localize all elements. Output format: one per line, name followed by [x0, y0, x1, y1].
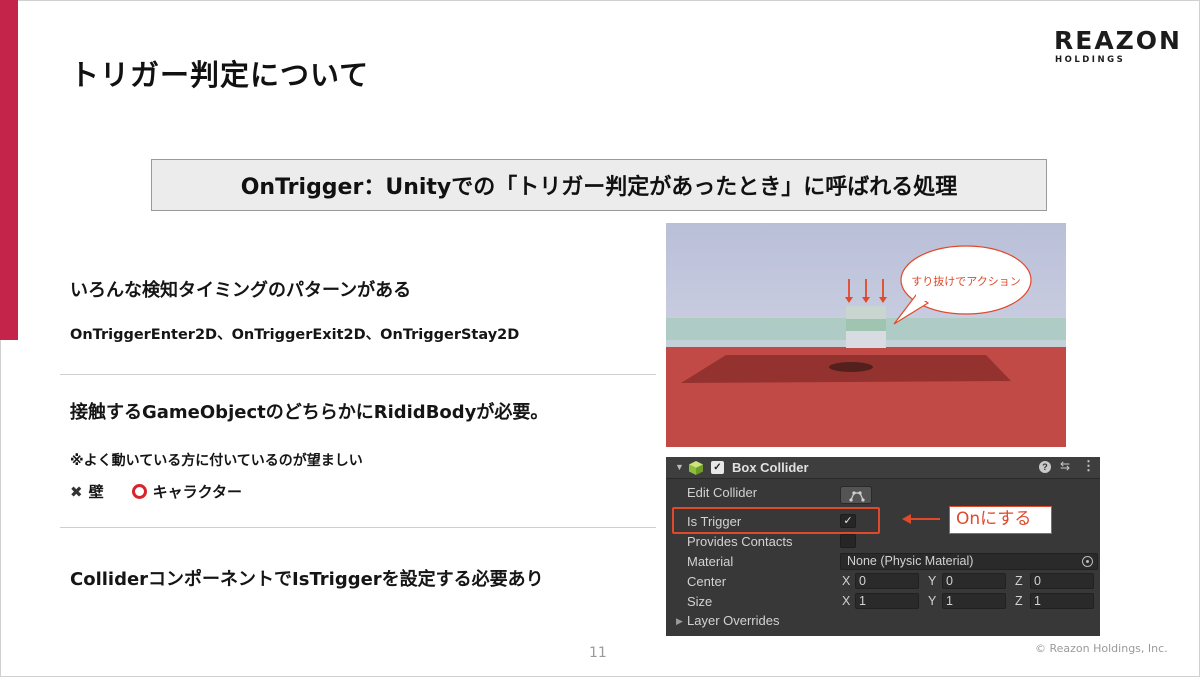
size-y-field[interactable]: 1: [942, 593, 1006, 609]
help-icon[interactable]: ?: [1039, 461, 1051, 473]
rigidbody-note: ※よく動いている方に付いているのが望ましい: [70, 453, 363, 469]
divider: [60, 527, 656, 528]
collider-heading: ColliderコンポーネントでIsTriggerを設定する必要あり: [70, 569, 544, 590]
foldout-arrow-icon[interactable]: ▶: [676, 616, 683, 627]
definition-banner: OnTrigger：Unityでの「トリガー判定があったとき」に呼ばれる処理: [151, 159, 1047, 211]
logo-subtitle: HOLDINGS: [1055, 55, 1126, 65]
component-header[interactable]: ▼ ✓ Box Collider ? ⇆ ⋮: [666, 457, 1100, 479]
size-y-label: Y: [928, 594, 937, 608]
page-number: 11: [589, 645, 607, 661]
center-z-field[interactable]: 0: [1030, 573, 1094, 589]
size-x-label: X: [842, 594, 851, 608]
center-y-field[interactable]: 0: [942, 573, 1006, 589]
object-picker-icon[interactable]: [1082, 556, 1093, 567]
material-value: None (Physic Material): [847, 554, 974, 568]
divider: [60, 374, 656, 375]
size-z-label: Z: [1015, 594, 1023, 608]
edit-collider-button[interactable]: [840, 486, 872, 504]
arrow-left-icon: [902, 514, 940, 524]
layer-overrides-foldout[interactable]: Layer Overrides: [687, 613, 779, 628]
scene-view: すり抜けでアクション: [666, 223, 1066, 447]
center-x-label: X: [842, 574, 851, 588]
rigidbody-heading: 接触するGameObjectのどちらかにRididBodyが必要。: [70, 402, 549, 423]
preset-icon[interactable]: ⇆: [1060, 459, 1070, 473]
material-field[interactable]: None (Physic Material): [840, 553, 1098, 570]
callout-label: Onにする: [949, 506, 1052, 534]
size-label: Size: [687, 594, 713, 609]
logo-wordmark: REAZON: [1054, 26, 1182, 55]
foldout-arrow-icon[interactable]: ▼: [675, 462, 684, 472]
box-collider-inspector: ▼ ✓ Box Collider ? ⇆ ⋮ Edit Collider Is …: [666, 457, 1100, 636]
material-label: Material: [687, 554, 734, 569]
circle-icon: [131, 484, 147, 499]
center-x-field[interactable]: 0: [855, 573, 919, 589]
edit-bounds-icon: [849, 491, 865, 502]
component-title: Box Collider: [732, 460, 809, 475]
rigidbody-examples: ✖ 壁 キャラクター: [70, 481, 242, 502]
center-y-label: Y: [928, 574, 937, 588]
provides-contacts-checkbox[interactable]: [840, 534, 856, 548]
speech-bubble-text: すり抜けでアクション: [911, 274, 1020, 288]
center-z-label: Z: [1015, 574, 1023, 588]
center-label: Center: [687, 574, 727, 589]
cube-icon: [689, 461, 703, 475]
component-enabled-checkbox[interactable]: ✓: [711, 461, 724, 474]
company-logo: REAZON HOLDINGS: [1054, 26, 1180, 66]
context-menu-icon[interactable]: ⋮: [1082, 458, 1095, 474]
slide-title: トリガー判定について: [70, 58, 370, 92]
trigger-methods: OnTriggerEnter2D、OnTriggerExit2D、OnTrigg…: [70, 327, 520, 343]
is-trigger-highlight: [672, 507, 880, 534]
timing-heading: いろんな検知タイミングのパターンがある: [70, 280, 412, 301]
edit-collider-label: Edit Collider: [687, 485, 758, 500]
good-example: キャラクター: [152, 483, 242, 501]
size-z-field[interactable]: 1: [1030, 593, 1094, 609]
scene-illustration: すり抜けでアクション: [666, 223, 1066, 447]
size-x-field[interactable]: 1: [855, 593, 919, 609]
accent-bar: [0, 0, 18, 340]
copyright: © Reazon Holdings, Inc.: [1035, 642, 1168, 655]
bad-example: 壁: [88, 483, 104, 501]
provides-contacts-label: Provides Contacts: [687, 534, 793, 549]
cross-icon: ✖: [70, 482, 83, 501]
